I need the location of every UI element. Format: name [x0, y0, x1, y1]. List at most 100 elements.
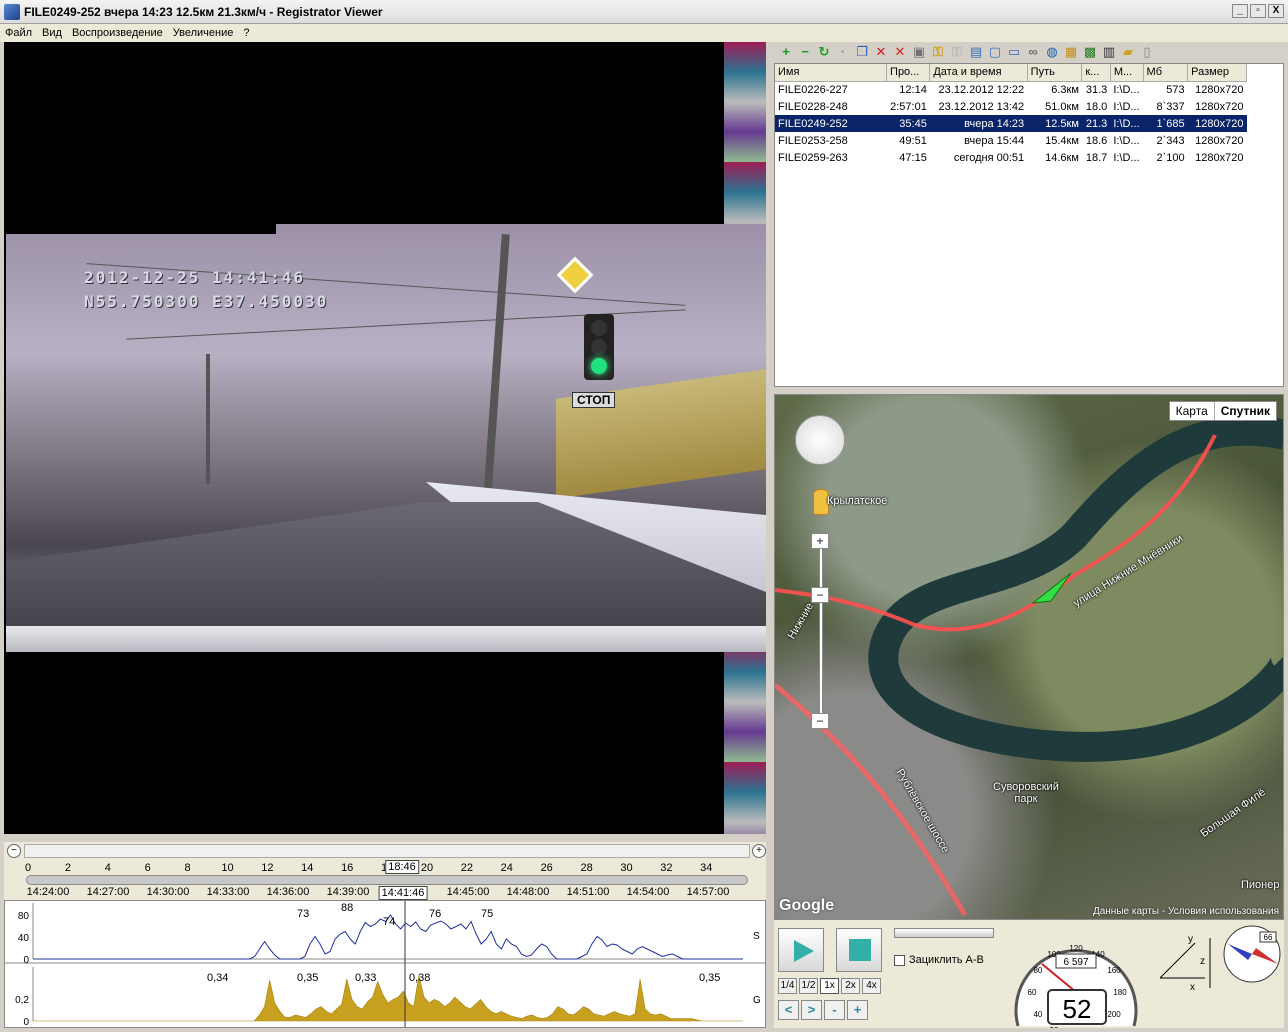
table-row[interactable]: FILE0259-263 47:15 сегодня 00:51 14.6км 18.7… — [775, 149, 1247, 166]
map-type-map-button[interactable]: Карта — [1170, 402, 1214, 420]
speed-peak-label: 75 — [481, 908, 493, 920]
cursor-minute-label: 18:46 — [385, 860, 419, 874]
time-tick: 14:30:00 — [146, 886, 190, 898]
minute-tick: 20 — [420, 862, 434, 874]
table-row[interactable]: FILE0226-227 12:14 23.12.2012 12:22 6.3км 31… — [775, 81, 1247, 98]
refresh-icon[interactable]: ↻ — [816, 44, 832, 60]
pan-control-icon[interactable] — [795, 415, 845, 465]
map-type-satellite-button[interactable]: Спутник — [1213, 402, 1276, 420]
globe-icon[interactable]: ◍ — [1044, 44, 1060, 60]
minute-ticks: 024681012141618202224262830323418:46 — [4, 860, 766, 876]
cell-m: I:\D... — [1113, 134, 1140, 147]
col-datetime[interactable]: Дата и время — [929, 64, 1028, 82]
g-axis-label: 0,2 — [15, 995, 29, 1006]
rate-quarter-button[interactable]: 1/4 — [778, 978, 797, 994]
delete-icon[interactable]: ✕ — [892, 44, 908, 60]
next-frame-button[interactable]: > — [801, 1000, 822, 1020]
file-table: Имя Про... Дата и время Путь к... М... М… — [775, 64, 1247, 166]
speed-axis-label: 0 — [23, 955, 29, 966]
table-row[interactable]: FILE0249-252 35:45 вчера 14:23 12.5км 21.3 I:… — [775, 115, 1247, 132]
speed-value: 52 — [1063, 994, 1092, 1024]
prev-frame-button[interactable]: < — [778, 1000, 799, 1020]
col-duration[interactable]: Про... — [886, 64, 931, 82]
compass-value: 66 — [1264, 933, 1273, 942]
video-zoom-out-icon[interactable]: - — [824, 1000, 845, 1020]
play-button[interactable] — [778, 928, 824, 972]
checkbox-box[interactable] — [894, 954, 905, 966]
minute-tick: 8 — [184, 862, 191, 874]
export-icon[interactable]: ▤ — [968, 44, 984, 60]
rate-1x-button[interactable]: 1x — [820, 978, 839, 994]
speedo-mark: 40 — [1033, 1010, 1042, 1019]
zoom-out-icon[interactable]: − — [7, 844, 21, 858]
table-row[interactable]: FILE0228-248 2:57:01 23.12.2012 13:42 51.0к… — [775, 98, 1247, 115]
key-gray-icon[interactable]: ⚿ — [949, 44, 965, 60]
map-zoom-out-button[interactable]: − — [811, 713, 829, 729]
copy-icon[interactable]: ❐ — [854, 44, 870, 60]
col-path[interactable]: Путь — [1027, 64, 1083, 82]
rate-4x-button[interactable]: 4x — [862, 978, 881, 994]
map-terms-link[interactable]: Данные карты - Условия использования — [1093, 906, 1279, 917]
time-ticks: 14:24:00 14:27:00 14:30:00 14:33:00 14:36:00… — [4, 886, 766, 900]
map-zoom-in-button[interactable]: + — [811, 533, 829, 549]
cell-name: FILE0226-227 — [778, 83, 848, 96]
speedo-mark: 160 — [1107, 966, 1121, 975]
photo-icon[interactable]: ▩ — [1082, 44, 1098, 60]
link-icon[interactable]: ∞ — [1025, 44, 1041, 60]
key-icon[interactable]: ⚿ — [930, 44, 946, 60]
timeline-scrollbar[interactable] — [24, 844, 750, 858]
river — [868, 415, 1283, 762]
menu-playback[interactable]: Воспроизведение — [67, 27, 168, 39]
minimize-button[interactable]: _ — [1232, 4, 1248, 18]
rate-2x-button[interactable]: 2x — [841, 978, 860, 994]
cell-path: 12.5км — [1027, 115, 1082, 132]
frame-icon[interactable]: ▢ — [987, 44, 1003, 60]
axis-x-label: x — [1190, 982, 1195, 993]
cell-size: 1280x720 — [1195, 83, 1244, 96]
frame2-icon[interactable]: ▭ — [1006, 44, 1022, 60]
col-mb[interactable]: Мб — [1143, 64, 1189, 82]
cell-date: вчера 14:23 — [929, 115, 1028, 132]
save-icon[interactable]: ▣ — [911, 44, 927, 60]
time-tick: 14:48:00 — [506, 886, 550, 898]
col-m[interactable]: М... — [1110, 64, 1144, 82]
col-size[interactable]: Размер — [1187, 64, 1247, 82]
remove-icon[interactable]: − — [797, 44, 813, 60]
timeline-track[interactable] — [26, 875, 748, 885]
video-player[interactable]: СТОП 2012-12-25 14:41:46 N55.750300 E37.… — [4, 42, 766, 834]
delete-red-icon[interactable]: ✕ — [873, 44, 889, 60]
add-icon[interactable]: + — [778, 44, 794, 60]
osd-datetime: 2012-12-25 14:41:46 — [84, 268, 306, 287]
table-row[interactable]: FILE0253-258 49:51 вчера 15:44 15.4км 18.6 I:… — [775, 132, 1247, 149]
menu-view[interactable]: Вид — [37, 27, 67, 39]
zoom-in-icon[interactable]: + — [752, 844, 766, 858]
map-zoom-knob[interactable]: − — [811, 587, 829, 603]
folder-icon[interactable]: ▰ — [1120, 44, 1136, 60]
graphs-svg: 80 40 0 S 73 88 74 76 75 0,2 0 G 0,34 0,35 0,33 0,38 0,3… — [5, 901, 765, 1027]
minute-tick: 6 — [144, 862, 151, 874]
osd-coordinates: N55.750300 E37.450030 — [84, 292, 329, 311]
menu-zoom[interactable]: Увеличение — [168, 27, 239, 39]
rate-half-button[interactable]: 1/2 — [799, 978, 818, 994]
video-zoom-in-icon[interactable]: + — [847, 1000, 868, 1020]
pole — [206, 354, 210, 484]
menu-file[interactable]: Файл — [0, 27, 37, 39]
zoom-slider-track[interactable] — [819, 545, 823, 720]
loop-ab-checkbox[interactable]: Зациклить A-B — [894, 954, 984, 966]
maximize-button[interactable]: ▫ — [1250, 4, 1266, 18]
menu-help[interactable]: ? — [238, 27, 254, 39]
compass-icon: 66 — [1223, 925, 1281, 983]
stop-button[interactable] — [836, 928, 882, 972]
col-name[interactable]: Имя — [775, 64, 888, 82]
map-export-icon[interactable]: ▦ — [1063, 44, 1079, 60]
car-hood — [6, 626, 766, 652]
google-logo: Google — [779, 897, 835, 914]
cell-k: 18.7 — [1085, 151, 1108, 164]
film-icon[interactable]: ▥ — [1101, 44, 1117, 60]
document-icon[interactable]: ▯ — [1139, 44, 1155, 60]
close-button[interactable]: X — [1268, 4, 1284, 18]
map-view[interactable]: Карта Спутник + − − Крылатское улица Ниж… — [774, 394, 1284, 920]
volume-slider[interactable] — [894, 928, 994, 938]
minute-tick: 2 — [64, 862, 71, 874]
col-k[interactable]: к... — [1081, 64, 1111, 82]
